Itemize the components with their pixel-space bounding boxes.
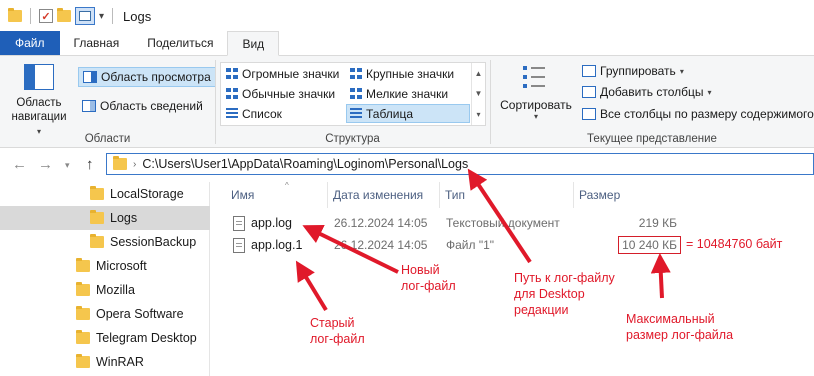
nav-item-label: Telegram Desktop: [96, 331, 197, 345]
divider: [112, 8, 114, 24]
navigation-pane-button[interactable]: Область навигации ▾: [8, 62, 70, 139]
chevron-right-icon[interactable]: ›: [133, 159, 136, 170]
details-pane-icon: [82, 100, 96, 112]
file-name-cell[interactable]: app.log: [233, 212, 292, 234]
panes-group: Область навигации ▾ Область просмотра Об…: [0, 56, 216, 148]
file-icon: [233, 237, 245, 253]
details-pane-label: Область сведений: [100, 99, 203, 113]
file-row[interactable]: app.log 26.12.2024 14:05 Текстовый докум…: [211, 212, 814, 234]
folder-icon: [76, 306, 90, 320]
layout-group: Структура: [215, 56, 490, 148]
tab-home[interactable]: Главная: [60, 31, 134, 55]
navigation-pane: LocalStorage Logs SessionBackup Microsof…: [0, 182, 210, 376]
nav-item-opera-software[interactable]: Opera Software: [0, 302, 210, 326]
column-header-modified[interactable]: Дата изменения: [327, 182, 443, 208]
nav-item-telegram-desktop[interactable]: Telegram Desktop: [0, 326, 210, 350]
nav-item-localstorage[interactable]: LocalStorage: [0, 182, 210, 206]
properties-check-icon[interactable]: ✓: [39, 9, 53, 23]
nav-item-label: Logs: [110, 211, 138, 225]
nav-item-logs[interactable]: Logs: [0, 206, 210, 230]
nav-item-label: SessionBackup: [110, 235, 197, 249]
up-arrow-icon[interactable]: ↑: [86, 156, 94, 173]
annotation-path-note: Путь к лог-файлу для Desktop редакции: [514, 271, 615, 317]
file-name-cell[interactable]: app.log.1: [233, 234, 302, 256]
forward-arrow-icon[interactable]: →: [38, 156, 53, 173]
file-modified: 26.12.2024 14:05: [334, 216, 428, 230]
nav-item-mozilla[interactable]: Mozilla: [0, 278, 210, 302]
recent-locations-chevron-icon[interactable]: ▾: [65, 160, 70, 171]
window-title: Logs: [123, 8, 152, 24]
folder-icon: [76, 330, 90, 344]
annotation-new-log: Новый лог-файл: [401, 263, 456, 293]
ribbon-view: Область навигации ▾ Область просмотра Об…: [0, 56, 814, 148]
folder-icon: [76, 258, 90, 272]
tab-view[interactable]: Вид: [227, 31, 280, 56]
group-label-current-view: Текущее представление: [587, 133, 717, 145]
current-view-group: Текущее представление: [490, 56, 814, 148]
nav-item-label: Mozilla: [96, 283, 135, 297]
folder-icon: [8, 8, 22, 22]
nav-item-label: Microsoft: [96, 259, 147, 273]
file-list: ^ Имя Дата изменения Тип Размер app.log …: [211, 181, 814, 376]
folder-icon: [113, 156, 127, 170]
tab-share[interactable]: Поделиться: [133, 31, 227, 55]
title-bar: ✓ ▾ Logs: [0, 0, 814, 32]
file-size-highlight: 10 240 КБ: [618, 236, 681, 254]
file-name: app.log: [251, 216, 293, 230]
navigation-pane-label: Область навигации: [11, 97, 67, 123]
file-name: app.log.1: [251, 238, 303, 252]
file-modified: 26.12.2024 14:05: [334, 238, 428, 252]
nav-item-label: LocalStorage: [110, 187, 184, 201]
group-label-layout: Структура: [325, 133, 380, 145]
column-header-size[interactable]: Размер: [573, 182, 693, 208]
quick-access-toolbar: ✓ ▾: [0, 7, 117, 25]
customize-toolbar-chevron-icon[interactable]: ▾: [99, 11, 104, 22]
text-file-icon: [233, 215, 245, 231]
file-size-cell: 10 240 КБ: [575, 234, 681, 256]
preview-pane-label: Область просмотра: [101, 70, 211, 84]
address-path[interactable]: C:\Users\User1\AppData\Roaming\Loginom\P…: [142, 157, 468, 171]
folder-icon: [76, 282, 90, 296]
folder-icon: [90, 234, 104, 248]
nav-item-label: Opera Software: [96, 307, 184, 321]
folder-icon: [90, 186, 104, 200]
sort-ascending-icon: ^: [285, 181, 289, 190]
folder-icon: [90, 210, 104, 224]
preview-pane-button[interactable]: Область просмотра: [78, 67, 216, 87]
address-bar[interactable]: › C:\Users\User1\AppData\Roaming\Loginom…: [106, 153, 814, 175]
details-pane-button[interactable]: Область сведений: [78, 96, 207, 116]
file-size: 219 КБ: [638, 216, 677, 230]
folder-icon: [76, 354, 90, 368]
address-row: ← → ▾ ↑ › C:\Users\User1\AppData\Roaming…: [0, 148, 814, 182]
preview-pane-toggle-icon[interactable]: [75, 7, 95, 25]
nav-item-label: WinRAR: [96, 355, 144, 369]
nav-item-sessionbackup[interactable]: SessionBackup: [0, 230, 210, 254]
ribbon-tabs: Файл Главная Поделиться Вид: [0, 31, 814, 56]
annotation-max-size: Максимальный размер лог-файла: [626, 312, 734, 342]
navigation-pane-icon: [24, 64, 54, 90]
annotation-bytes: = 10484760 байт: [686, 237, 783, 251]
nav-item-winrar[interactable]: WinRAR: [0, 350, 210, 374]
back-arrow-icon[interactable]: ←: [12, 156, 27, 173]
preview-pane-icon: [83, 71, 97, 83]
file-type: Текстовый документ: [446, 216, 560, 230]
file-type: Файл "1": [446, 238, 495, 252]
column-header-type[interactable]: Тип: [439, 182, 575, 208]
new-folder-icon[interactable]: [57, 8, 71, 22]
group-label-panes: Области: [84, 133, 131, 145]
annotation-old-log: Старый лог-файл: [310, 316, 365, 346]
nav-item-microsoft[interactable]: Microsoft: [0, 254, 210, 278]
tab-file[interactable]: Файл: [0, 31, 60, 55]
column-header-name[interactable]: ^ Имя: [225, 181, 330, 208]
divider: [30, 8, 31, 24]
